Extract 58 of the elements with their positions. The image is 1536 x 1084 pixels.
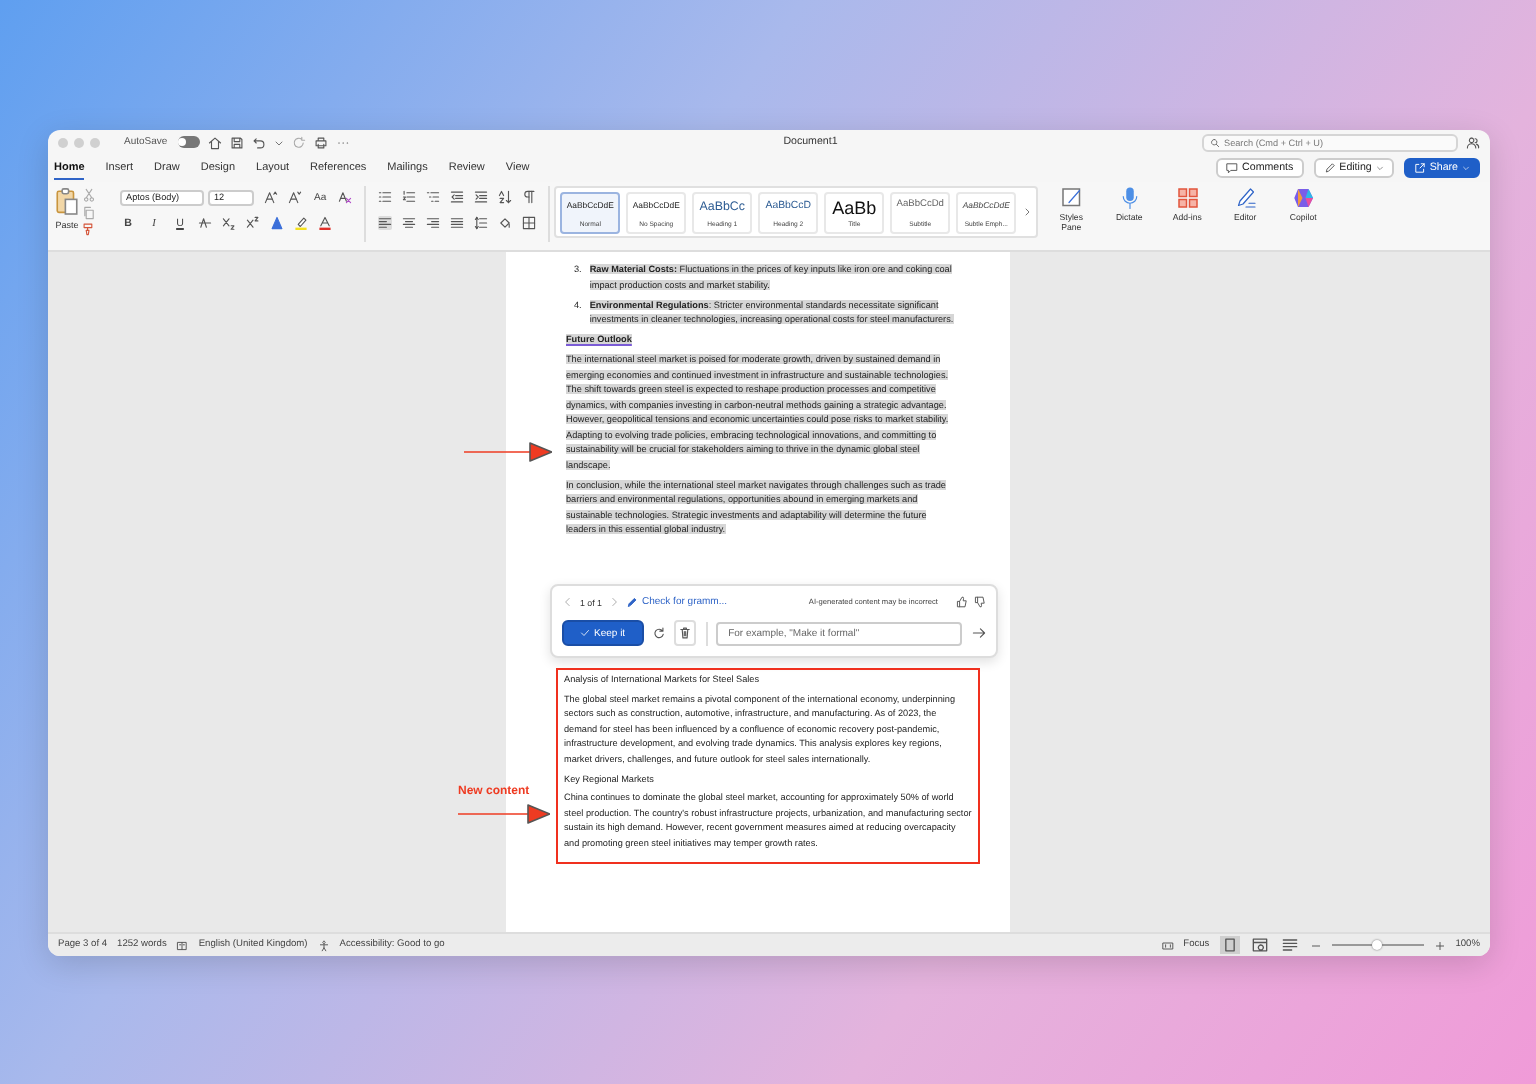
sort-icon[interactable] (498, 190, 513, 204)
numbered-list-icon[interactable] (402, 190, 417, 204)
shrink-font-icon[interactable] (288, 190, 302, 204)
copilot-logo (1291, 186, 1316, 210)
format-painter-icon[interactable] (82, 222, 96, 236)
thumbs-up-icon[interactable] (956, 596, 968, 608)
accessibility-icon[interactable] (317, 939, 330, 951)
shading-icon[interactable] (498, 216, 513, 230)
print-view-icon[interactable] (1219, 936, 1240, 954)
home-icon[interactable] (207, 135, 222, 149)
align-right-icon[interactable] (426, 216, 441, 230)
increase-indent-icon[interactable] (474, 190, 489, 204)
pencil-icon (1323, 162, 1336, 174)
pen-icon (626, 596, 638, 608)
caret-icon[interactable] (273, 137, 284, 147)
font-color-icon[interactable] (318, 216, 332, 230)
autosave-toggle[interactable] (177, 136, 200, 148)
justify-icon[interactable] (450, 216, 465, 230)
caret-icon (1462, 164, 1470, 172)
subscript-icon[interactable] (222, 216, 236, 230)
focus-icon[interactable] (1161, 939, 1174, 951)
delete-icon[interactable] (673, 620, 696, 646)
zoom-in-icon[interactable] (1433, 939, 1446, 951)
microphone-icon (1117, 186, 1142, 210)
align-center-icon[interactable] (402, 216, 417, 230)
proofing-icon[interactable] (176, 939, 189, 951)
people-icon[interactable] (1466, 135, 1480, 149)
align-left-icon[interactable] (378, 216, 393, 230)
clear-formatting-icon[interactable] (338, 190, 353, 204)
thumbs-down-icon[interactable] (974, 596, 986, 608)
line-spacing-icon[interactable] (474, 216, 489, 230)
undo-icon[interactable] (251, 135, 266, 149)
borders-icon[interactable] (522, 216, 537, 230)
send-arrow-icon[interactable] (972, 626, 986, 640)
share-icon (1413, 162, 1426, 174)
check-icon (580, 628, 590, 638)
annotation-arrow (464, 442, 552, 462)
zoom-slider-thumb[interactable] (1372, 939, 1383, 949)
superscript-icon[interactable] (246, 216, 260, 230)
web-view-icon[interactable] (1249, 936, 1270, 954)
grid-icon (1175, 186, 1200, 210)
caret-icon (1375, 164, 1384, 172)
decrease-indent-icon[interactable] (450, 190, 465, 204)
chevron-right-icon[interactable] (1022, 204, 1033, 220)
draft-view-icon[interactable] (1279, 936, 1300, 954)
strikethrough-icon[interactable] (198, 216, 212, 230)
regenerate-icon[interactable] (649, 622, 668, 644)
grow-font-icon[interactable] (264, 190, 278, 204)
highlighter-icon[interactable] (294, 216, 308, 230)
comment-icon (1226, 162, 1239, 174)
multilevel-list-icon[interactable] (426, 190, 441, 204)
pilcrow-icon[interactable] (522, 190, 537, 204)
save-icon[interactable] (229, 135, 244, 149)
search-icon (1210, 137, 1220, 147)
annotation-arrow (458, 804, 550, 824)
print-icon[interactable] (313, 135, 328, 149)
bullet-list-icon[interactable] (378, 190, 393, 204)
text-effects-icon[interactable] (270, 216, 284, 230)
